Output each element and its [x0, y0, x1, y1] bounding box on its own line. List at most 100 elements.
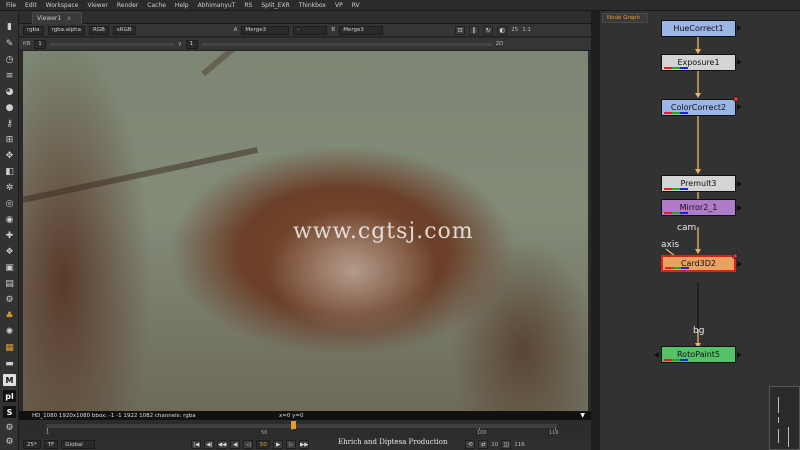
expand-triangle-icon[interactable]: ▼: [580, 412, 585, 419]
step-forward-icon[interactable]: ▶▶: [299, 440, 310, 449]
end-frame-field[interactable]: 116: [514, 442, 525, 448]
gamma-field[interactable]: 1: [185, 39, 198, 49]
bounce-icon[interactable]: ⇄: [478, 440, 489, 449]
menu-vp[interactable]: VP: [335, 2, 343, 9]
timeline-track[interactable]: [46, 424, 557, 428]
gamma-slider[interactable]: [201, 42, 492, 46]
clipping-icon[interactable]: ◐: [497, 25, 508, 35]
deep-nodes-icon[interactable]: ◎: [3, 198, 16, 210]
menu-bar: File Edit Workspace Viewer Render Cache …: [0, 0, 800, 11]
plugin-leaf-icon[interactable]: ♣: [3, 310, 16, 322]
node-mirror2-1[interactable]: Mirror2_1: [661, 199, 736, 216]
current-frame-field[interactable]: 50: [256, 440, 271, 449]
color-nodes-icon[interactable]: ◕: [3, 86, 16, 98]
menu-thinkbox[interactable]: Thinkbox: [299, 2, 326, 9]
display-mode-dropdown[interactable]: RGB: [89, 25, 109, 35]
colorspace-dropdown[interactable]: sRGB: [112, 25, 136, 35]
menu-split-exr[interactable]: Split_EXR: [261, 2, 289, 9]
image-nodes-icon[interactable]: ▮: [3, 21, 16, 33]
plugin-gear-alt-icon[interactable]: ✺: [3, 326, 16, 338]
arrow-icon: [695, 93, 701, 98]
refresh-icon[interactable]: ↻: [483, 25, 494, 35]
menu-render[interactable]: Render: [117, 2, 138, 9]
menu-help[interactable]: Help: [175, 2, 189, 9]
fps-readout[interactable]: 25: [511, 27, 518, 33]
plugin-pl-icon[interactable]: pl: [3, 390, 16, 402]
plugin-gear-icon[interactable]: ⚙: [3, 294, 16, 306]
plugin-extra-icon[interactable]: ⚙: [3, 436, 16, 448]
gain-field[interactable]: 1: [34, 39, 47, 49]
node-graph-minimap[interactable]: [769, 386, 800, 450]
toolsets-icon[interactable]: ❖: [3, 246, 16, 258]
tab-viewer1[interactable]: Viewer1 x: [32, 12, 82, 24]
close-icon[interactable]: x: [67, 15, 71, 22]
proxy-readout[interactable]: 1:1: [522, 27, 531, 33]
first-frame-icon[interactable]: |◀: [191, 440, 202, 449]
plugin-s-icon[interactable]: S: [3, 406, 16, 418]
plugin-bars-icon[interactable]: ▦: [3, 342, 16, 354]
channel-nodes-icon[interactable]: ≡: [3, 70, 16, 82]
panel-splitter[interactable]: [591, 11, 600, 450]
timeline-bar[interactable]: 1 50 100 116: [19, 420, 591, 439]
filter-nodes-icon[interactable]: ●: [3, 102, 16, 114]
menu-rv[interactable]: RV: [352, 2, 360, 9]
views-nodes-icon[interactable]: ◉: [3, 214, 16, 226]
input-a-dropdown[interactable]: Merge3: [241, 25, 290, 35]
fstop-label: f/8: [23, 41, 31, 47]
menu-file[interactable]: File: [6, 2, 16, 9]
time-nodes-icon[interactable]: ◷: [3, 54, 16, 66]
particles-nodes-icon[interactable]: ✲: [3, 182, 16, 194]
node-exposure1[interactable]: Exposure1: [661, 54, 736, 71]
prev-keyframe-icon[interactable]: ◀|: [204, 440, 215, 449]
3d-nodes-icon[interactable]: ◧: [3, 166, 16, 178]
channels-dropdown[interactable]: rgba: [23, 25, 44, 35]
menu-workspace[interactable]: Workspace: [46, 2, 79, 9]
draw-nodes-icon[interactable]: ✎: [3, 38, 16, 50]
plugin-box-icon[interactable]: ▬: [3, 358, 16, 370]
node-colorcorrect2[interactable]: ColorCorrect2: [661, 96, 739, 116]
menu-viewer[interactable]: Viewer: [87, 2, 107, 9]
tf-dropdown[interactable]: TF: [43, 440, 59, 449]
viewer-image[interactable]: www.cgtsj.com: [23, 51, 588, 411]
keyer-nodes-icon[interactable]: ⚷: [3, 118, 16, 130]
motion-streak: [23, 147, 258, 207]
furnace-icon[interactable]: ▤: [3, 278, 16, 290]
fps-dropdown[interactable]: 25*: [23, 440, 41, 449]
transform-nodes-icon[interactable]: ✥: [3, 150, 16, 162]
gain-slider[interactable]: [50, 42, 175, 46]
roi-icon[interactable]: ⊡: [455, 25, 466, 35]
metadata-nodes-icon[interactable]: ✚: [3, 230, 16, 242]
compare-operation-dropdown[interactable]: -: [293, 25, 328, 35]
next-frame-icon[interactable]: ▷: [286, 440, 297, 449]
pause-icon[interactable]: ‖: [469, 25, 480, 35]
viewer-tab-row: Viewer1 x: [19, 11, 591, 24]
step-increment[interactable]: 10: [491, 442, 498, 448]
node-rotopaint5[interactable]: RotoPaint5: [661, 346, 736, 363]
loop-icon[interactable]: ⟲: [465, 440, 476, 449]
node-graph-panel[interactable]: Node Graph HueCorrect1 Exposure1 ColorCo…: [600, 11, 800, 450]
menu-cache[interactable]: Cache: [147, 2, 166, 9]
node-card3d2[interactable]: Card3D2: [661, 253, 738, 272]
menu-abhimanyut[interactable]: AbhimanyuT: [198, 2, 236, 9]
minimap-node: [778, 429, 779, 443]
play-forward-icon[interactable]: ▶: [273, 440, 284, 449]
scope-dropdown[interactable]: Global: [61, 440, 96, 449]
plugin-m-icon[interactable]: M: [3, 374, 16, 386]
menu-rs[interactable]: RS: [244, 2, 252, 9]
prev-frame-icon[interactable]: ◁: [243, 440, 254, 449]
step-back-icon[interactable]: ◀◀: [217, 440, 228, 449]
cache-icon[interactable]: ◫: [501, 440, 512, 449]
arrow-icon: [737, 104, 742, 110]
alpha-channel-dropdown[interactable]: rgba.alpha: [47, 25, 86, 35]
merge-nodes-icon[interactable]: ⊞: [3, 134, 16, 146]
view-mode-label[interactable]: 2D: [496, 41, 504, 47]
other-nodes-icon[interactable]: ▣: [3, 262, 16, 274]
play-backward-icon[interactable]: ◀: [230, 440, 241, 449]
node-huecorrect1[interactable]: HueCorrect1: [661, 20, 736, 37]
plugin-settings-icon[interactable]: ⚙: [3, 422, 16, 434]
input-b-dropdown[interactable]: Merge3: [339, 25, 384, 35]
arrow-icon: [737, 59, 742, 65]
node-premult3[interactable]: Premult3: [661, 175, 736, 192]
menu-edit[interactable]: Edit: [25, 2, 37, 9]
arrow-icon: [737, 261, 742, 267]
